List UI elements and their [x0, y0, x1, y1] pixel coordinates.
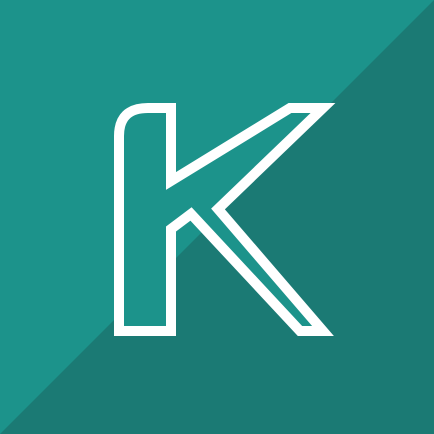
- app-icon: K: [0, 0, 434, 434]
- letter-k-logo-icon: [0, 0, 434, 434]
